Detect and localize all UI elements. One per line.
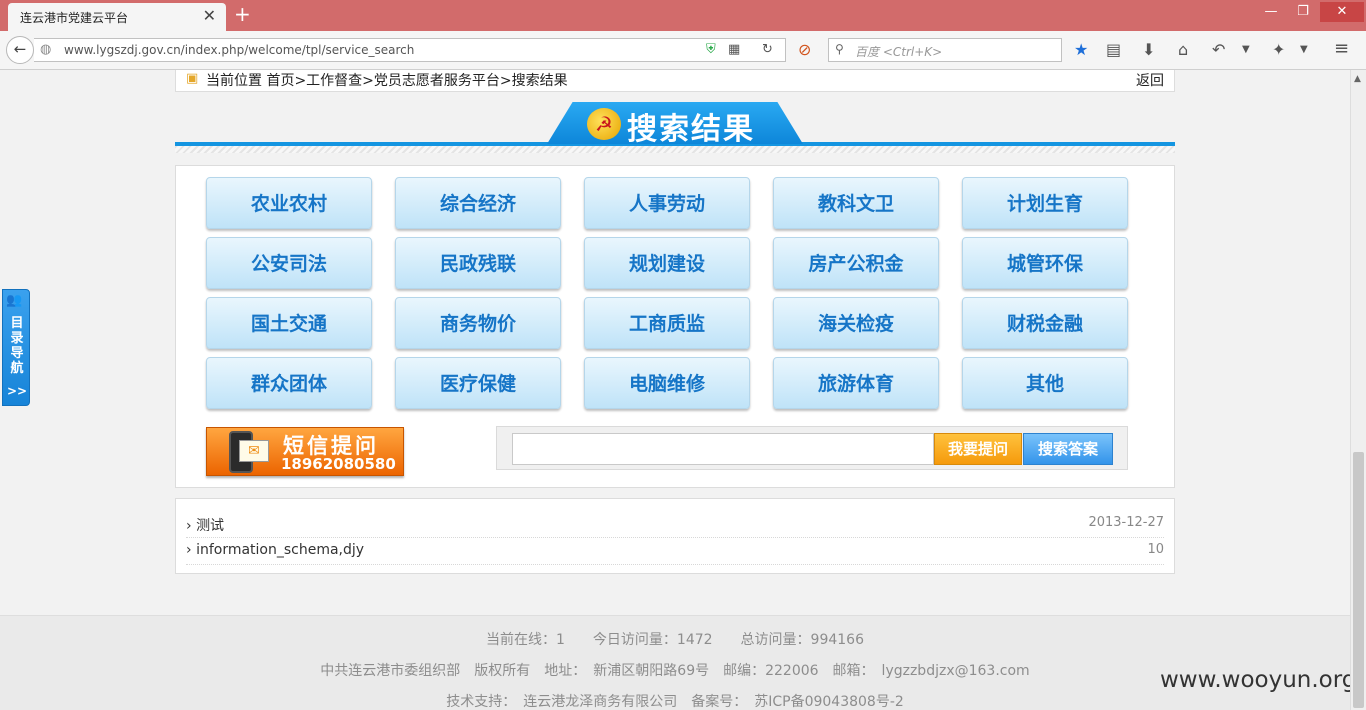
ask-question-button[interactable]: 我要提问 xyxy=(934,433,1022,465)
footer: 当前在线：1 今日访问量：1472 总访问量：994166 中共连云港市委组织部… xyxy=(0,615,1350,710)
category-button[interactable]: 群众团体 xyxy=(206,357,372,409)
chevron-down-icon[interactable]: ▼ xyxy=(1242,44,1250,55)
category-button[interactable]: 教科文卫 xyxy=(773,177,939,229)
window-close-icon[interactable]: ✕ xyxy=(1320,2,1364,22)
search-answer-button[interactable]: 搜索答案 xyxy=(1023,433,1113,465)
question-input[interactable] xyxy=(512,433,934,465)
results-list: › 测试 2013-12-27 › information_schema,djy… xyxy=(175,498,1175,574)
category-button[interactable]: 海关检疫 xyxy=(773,297,939,349)
category-button[interactable]: 人事劳动 xyxy=(584,177,750,229)
restore-icon[interactable]: ❐ xyxy=(1288,2,1318,22)
category-button[interactable]: 民政残联 xyxy=(395,237,561,289)
double-chevron-icon: >> xyxy=(7,384,28,398)
footer-copyright: 中共连云港市委组织部 版权所有 地址： 新浦区朝阳路69号 邮编：222006 … xyxy=(320,663,1030,679)
new-tab-icon[interactable]: + xyxy=(234,2,251,26)
page-content: ▣ 当前位置 首页>工作督查>党员志愿者服务平台>搜索结果 返回 ☭ 搜索结果 … xyxy=(0,70,1356,710)
category-button[interactable]: 旅游体育 xyxy=(773,357,939,409)
category-button[interactable]: 城管环保 xyxy=(962,237,1128,289)
sms-question-button[interactable]: ✉ 短信提问 18962080580 xyxy=(206,427,404,476)
directory-nav-tab[interactable]: 👥 目录导航 >> xyxy=(2,289,30,406)
list-item[interactable]: › information_schema,djy 10 xyxy=(186,538,1164,565)
result-meta: 2013-12-27 xyxy=(1088,515,1164,530)
scroll-thumb[interactable] xyxy=(1353,452,1364,708)
chevron-down-icon-2[interactable]: ▼ xyxy=(1300,44,1308,55)
breadcrumb: ▣ 当前位置 首页>工作督查>党员志愿者服务平台>搜索结果 返回 xyxy=(175,70,1175,92)
party-emblem-icon: ☭ xyxy=(587,108,621,140)
menu-icon[interactable]: ≡ xyxy=(1334,38,1349,59)
home-icon[interactable]: ⌂ xyxy=(1178,40,1188,59)
back-arrow-icon[interactable]: ← xyxy=(6,36,34,64)
category-button[interactable]: 房产公积金 xyxy=(773,237,939,289)
close-tab-icon[interactable]: ✕ xyxy=(203,6,216,25)
minimize-icon[interactable]: — xyxy=(1256,2,1286,22)
browser-titlebar: 连云港市党建云平台 ✕ + — ❐ ✕ xyxy=(0,0,1366,31)
watermark: www.wooyun.org xyxy=(1160,667,1357,693)
category-panel: 农业农村 综合经济 人事劳动 教科文卫 计划生育公安司法 民政残联 规划建设 房产公积金 城管环… xyxy=(175,165,1175,488)
result-title-text[interactable]: information_schema,djy xyxy=(196,542,364,558)
block-icon[interactable]: ⊘ xyxy=(798,40,811,59)
category-button[interactable]: 财税金融 xyxy=(962,297,1128,349)
search-box[interactable]: ⚲ 百度 <Ctrl+K> xyxy=(828,38,1062,62)
category-button[interactable]: 医疗保健 xyxy=(395,357,561,409)
sms-phone: 18962080580 xyxy=(281,455,396,473)
footer-support: 技术支持： 连云港龙泽商务有限公司 备案号： 苏ICP备09043808号-2 xyxy=(446,694,904,710)
result-title[interactable]: › 测试 xyxy=(186,515,224,535)
category-button[interactable]: 国土交通 xyxy=(206,297,372,349)
category-button[interactable]: 计划生育 xyxy=(962,177,1128,229)
users-icon: 👥 xyxy=(6,293,23,308)
globe-icon: ◍ xyxy=(40,42,52,57)
category-button[interactable]: 公安司法 xyxy=(206,237,372,289)
browser-tab[interactable]: 连云港市党建云平台 ✕ xyxy=(8,3,226,31)
side-nav-label: 目录导航 xyxy=(10,316,24,376)
reading-list-icon[interactable]: ▤ xyxy=(1106,40,1121,59)
bookmark-star-icon[interactable]: ★ xyxy=(1074,40,1088,59)
result-banner: ☭ 搜索结果 xyxy=(175,100,1175,156)
category-button[interactable]: 电脑维修 xyxy=(584,357,750,409)
search-icon: ⚲ xyxy=(835,42,844,56)
page-title: 搜索结果 xyxy=(627,112,755,147)
category-button[interactable]: 综合经济 xyxy=(395,177,561,229)
shield-icon[interactable]: ⛨ xyxy=(706,42,716,57)
url-text: www.lygszdj.gov.cn/index.php/welcome/tpl… xyxy=(64,43,415,57)
location-icon: ▣ xyxy=(186,71,199,86)
search-placeholder: 百度 <Ctrl+K> xyxy=(855,45,943,59)
footer-stats: 当前在线：1 今日访问量：1472 总访问量：994166 xyxy=(486,632,864,648)
scrollbar[interactable]: ▲ xyxy=(1350,70,1366,710)
reload-icon[interactable]: ↻ xyxy=(762,42,773,57)
browser-navbar: ← ◍ www.lygszdj.gov.cn/index.php/welcome… xyxy=(0,31,1366,70)
scroll-up-icon[interactable]: ▲ xyxy=(1354,74,1361,84)
category-button[interactable]: 其他 xyxy=(962,357,1128,409)
address-bar[interactable]: ◍ www.lygszdj.gov.cn/index.php/welcome/t… xyxy=(34,38,786,62)
envelope-icon: ✉ xyxy=(239,440,269,462)
breadcrumb-text: 当前位置 首页>工作督查>党员志愿者服务平台>搜索结果 xyxy=(206,73,568,89)
category-button[interactable]: 商务物价 xyxy=(395,297,561,349)
result-title-text[interactable]: 测试 xyxy=(196,518,224,534)
extension-icon[interactable]: ✦ xyxy=(1272,40,1285,59)
undo-icon[interactable]: ↶ xyxy=(1212,40,1225,59)
result-title[interactable]: › information_schema,djy xyxy=(186,542,364,558)
list-item[interactable]: › 测试 2013-12-27 xyxy=(186,511,1164,538)
qr-code-icon[interactable]: ▦ xyxy=(728,42,740,57)
ask-box: 我要提问 搜索答案 xyxy=(496,426,1128,470)
download-icon[interactable]: ⬇ xyxy=(1142,40,1155,59)
result-meta: 10 xyxy=(1147,542,1164,557)
category-button[interactable]: 规划建设 xyxy=(584,237,750,289)
back-link[interactable]: 返回 xyxy=(1136,70,1164,90)
category-button[interactable]: 农业农村 xyxy=(206,177,372,229)
tab-title: 连云港市党建云平台 xyxy=(20,11,129,25)
category-button[interactable]: 工商质监 xyxy=(584,297,750,349)
